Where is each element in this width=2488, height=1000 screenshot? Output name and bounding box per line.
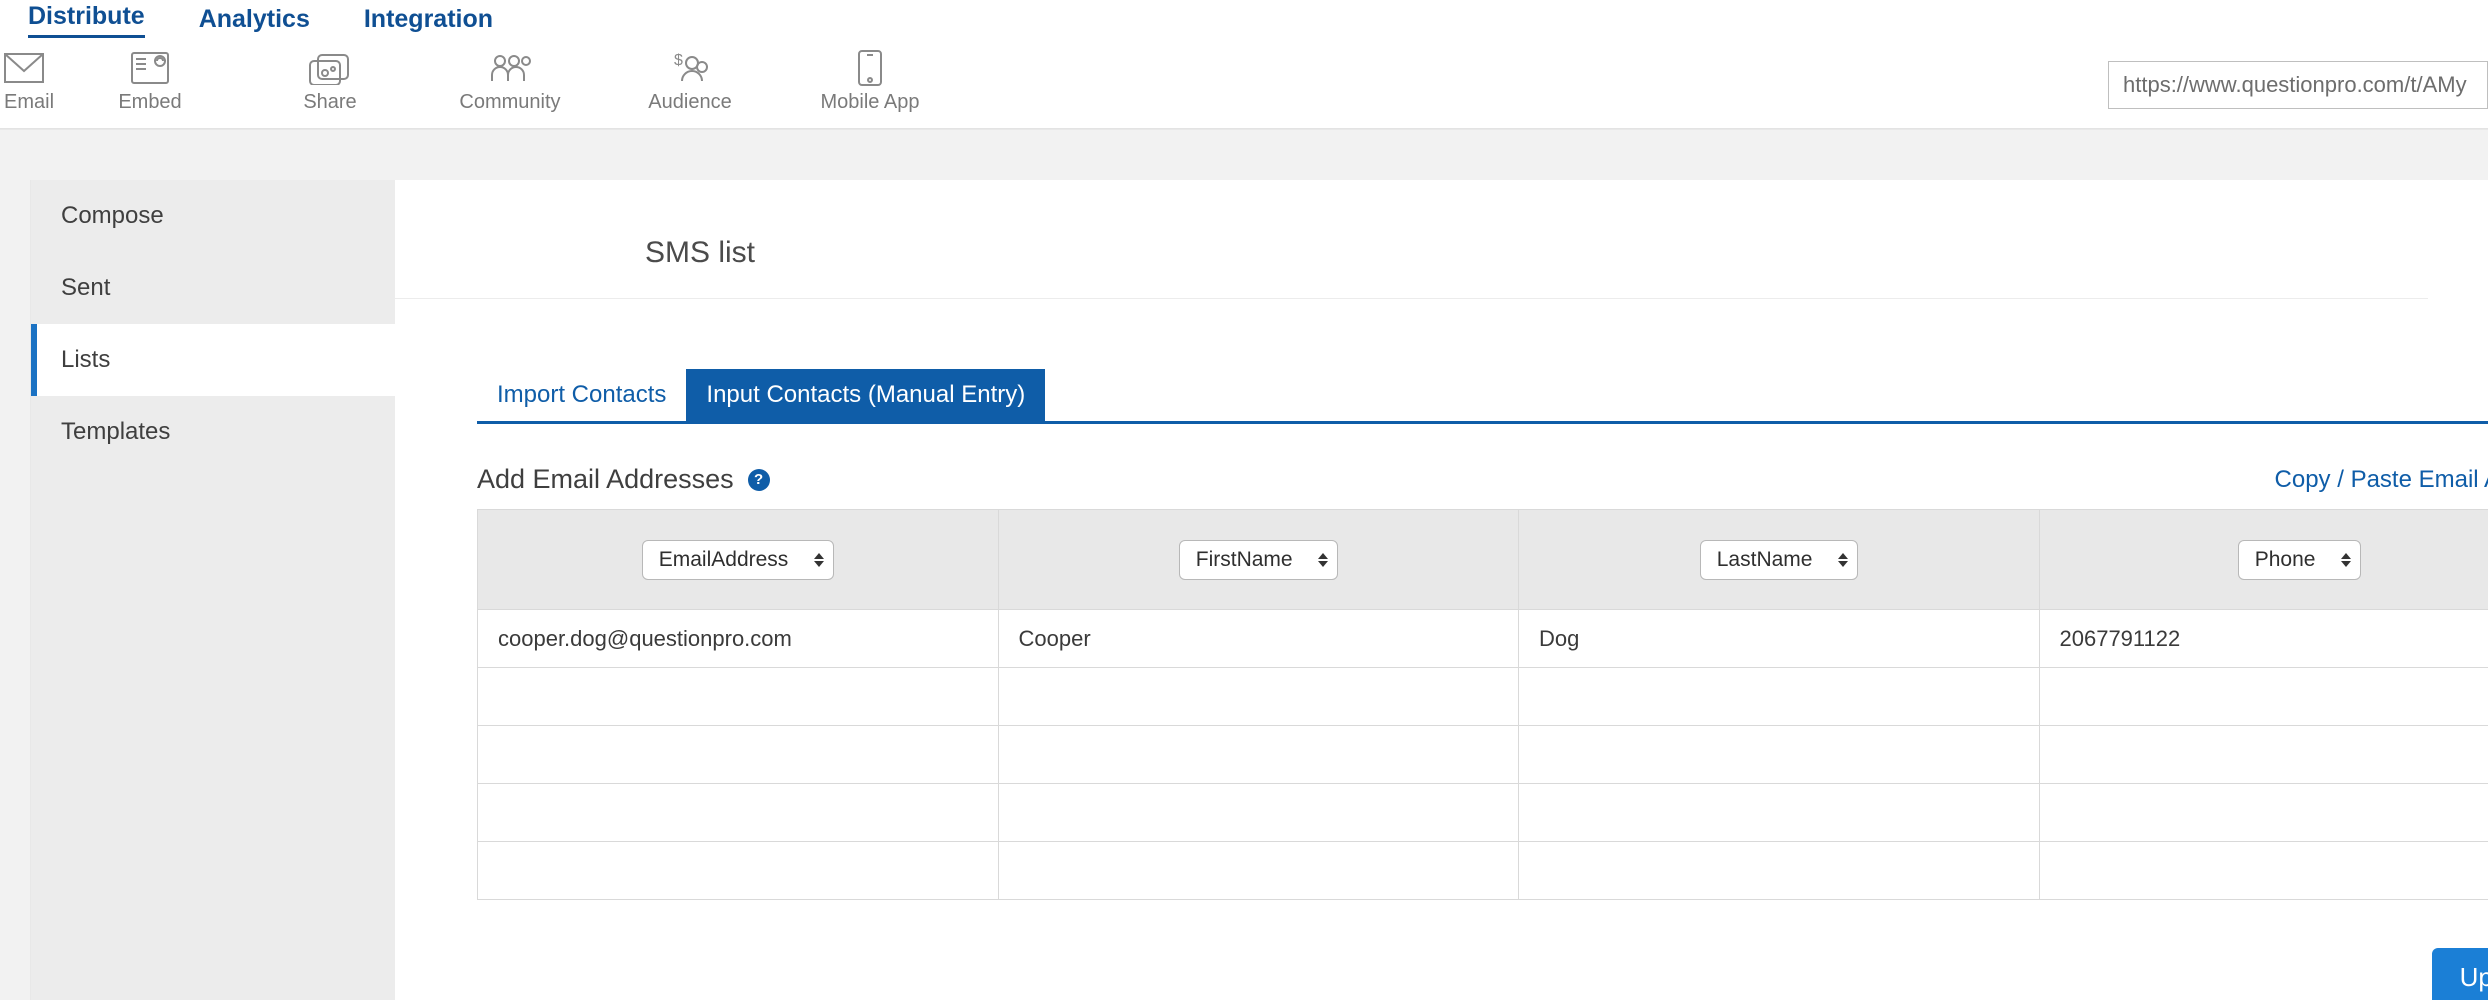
cell-firstname[interactable] [998,668,1519,726]
cell-email[interactable]: cooper.dog@questionpro.com [478,610,999,668]
cell-firstname[interactable]: Cooper [998,610,1519,668]
tool-email[interactable]: Email [0,47,60,114]
sidebar-item-compose[interactable]: Compose [31,180,395,252]
col-header-email: EmailAddress [478,510,999,610]
table-row[interactable] [478,784,2488,842]
upload-wrap: Upload [477,930,2488,1000]
help-icon[interactable]: ? [748,469,770,491]
tool-label: Embed [118,91,181,114]
section-title-text: Add Email Addresses [477,464,734,495]
tool-audience[interactable]: $ Audience [600,47,780,114]
tool-mobile-app[interactable]: Mobile App [780,47,960,114]
survey-url-input[interactable] [2108,61,2488,109]
cell-firstname[interactable] [998,784,1519,842]
cell-phone[interactable] [2039,668,2488,726]
mail-icon [4,47,44,89]
col-select-email[interactable]: EmailAddress [642,540,834,580]
contacts-grid: EmailAddress FirstName [477,509,2488,900]
page-title: SMS list [395,180,2428,299]
cell-lastname[interactable]: Dog [1519,610,2040,668]
select-chevron-icon [2341,553,2351,567]
sidebar: Compose Sent Lists Templates [30,180,395,1000]
select-chevron-icon [1318,553,1328,567]
table-row[interactable]: cooper.dog@questionpro.com Cooper Dog 20… [478,610,2488,668]
body-area: Compose Sent Lists Templates SMS list Im… [0,129,2488,1000]
body-inner: Compose Sent Lists Templates SMS list Im… [30,180,2488,1000]
tool-community[interactable]: Community [420,47,600,114]
cell-email[interactable] [478,842,999,900]
section-title: Add Email Addresses ? [477,464,770,495]
table-row[interactable] [478,726,2488,784]
share-icon [308,47,352,89]
tool-label: Community [459,91,560,114]
top-nav-analytics[interactable]: Analytics [199,5,310,38]
tool-label: Audience [648,91,731,114]
top-nav: Distribute Analytics Integration [0,0,2488,39]
community-icon [488,47,532,89]
col-header-firstname: FirstName [998,510,1519,610]
tool-label: Share [303,91,356,114]
grid-header-row: EmailAddress FirstName [478,510,2488,610]
cell-email[interactable] [478,668,999,726]
col-header-phone: Phone [2039,510,2488,610]
select-chevron-icon [814,553,824,567]
cell-lastname[interactable] [1519,668,2040,726]
audience-icon: $ [668,47,712,89]
sidebar-item-lists[interactable]: Lists [31,324,395,396]
top-nav-integration[interactable]: Integration [364,5,493,38]
cell-lastname[interactable] [1519,726,2040,784]
distribute-toolbar: Email Embed Share Community $ Audience M… [0,39,2488,129]
main-panel: SMS list Import Contacts Input Contacts … [395,180,2488,1000]
select-chevron-icon [1838,553,1848,567]
table-row[interactable] [478,668,2488,726]
col-select-phone[interactable]: Phone [2238,540,2361,580]
cell-phone[interactable] [2039,784,2488,842]
mobile-icon [857,47,883,89]
cell-lastname[interactable] [1519,842,2040,900]
table-row[interactable] [478,842,2488,900]
embed-icon [130,47,170,89]
sidebar-item-sent[interactable]: Sent [31,252,395,324]
cell-phone[interactable]: 2067791122 [2039,610,2488,668]
col-select-lastname[interactable]: LastName [1700,540,1858,580]
contacts-tabs: Import Contacts Input Contacts (Manual E… [477,369,2488,424]
tool-label: Email [4,91,54,114]
tool-label: Mobile App [821,91,920,114]
copy-paste-link[interactable]: Copy / Paste Email Addres [2275,466,2488,494]
top-nav-distribute[interactable]: Distribute [28,2,145,38]
cell-lastname[interactable] [1519,784,2040,842]
svg-text:$: $ [674,52,683,69]
sidebar-item-templates[interactable]: Templates [31,396,395,468]
section-header: Add Email Addresses ? Copy / Paste Email… [477,464,2488,495]
col-header-lastname: LastName [1519,510,2040,610]
tool-share[interactable]: Share [240,47,420,114]
cell-email[interactable] [478,726,999,784]
tab-import-contacts[interactable]: Import Contacts [477,369,686,421]
grid-body: cooper.dog@questionpro.com Cooper Dog 20… [478,610,2488,900]
cell-phone[interactable] [2039,842,2488,900]
cell-email[interactable] [478,784,999,842]
tab-input-contacts[interactable]: Input Contacts (Manual Entry) [686,369,1045,421]
cell-phone[interactable] [2039,726,2488,784]
cell-firstname[interactable] [998,842,1519,900]
col-select-firstname[interactable]: FirstName [1179,540,1338,580]
cell-firstname[interactable] [998,726,1519,784]
tool-embed[interactable]: Embed [60,47,240,114]
upload-button[interactable]: Upload [2432,948,2488,1000]
